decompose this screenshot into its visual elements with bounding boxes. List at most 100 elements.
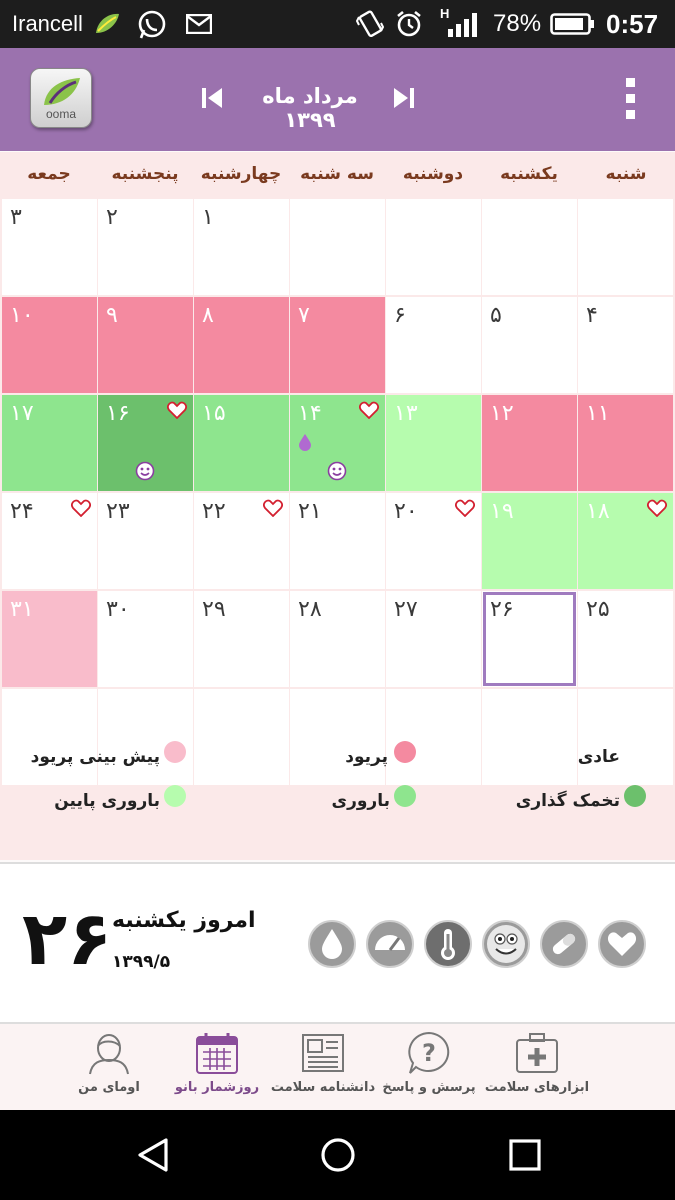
today-date: ۱۳۹۹/۵ (112, 952, 171, 972)
calendar-day-period[interactable]: ۱۱ (578, 395, 673, 491)
today-label: امروز یکشنبه (112, 908, 256, 933)
calendar-day[interactable]: ۲۲ (194, 493, 289, 589)
calendar-empty-cell (386, 199, 481, 295)
calendar-day-fertility[interactable]: ۱۴ (290, 395, 385, 491)
calendar-day[interactable]: ۲ (98, 199, 193, 295)
day-number: ۱۹ (490, 499, 514, 524)
day-number: ۲۸ (298, 597, 322, 622)
weight-tool-button[interactable] (366, 920, 414, 968)
calendar-day[interactable]: ۲۸ (290, 591, 385, 687)
legend-period-dot (394, 741, 416, 763)
day-number: ۲۳ (106, 499, 130, 524)
calendar-day-low-fertility[interactable]: ۱۹ (482, 493, 577, 589)
calendar-day[interactable]: ۱ (194, 199, 289, 295)
calendar-icon (196, 1033, 238, 1074)
nav-label: پرسش و پاسخ (382, 1080, 476, 1095)
legend-predicted-period-dot (164, 741, 186, 763)
calendar-empty-cell (194, 689, 289, 785)
calendar-day[interactable]: ۶ (386, 297, 481, 393)
calendar-empty-cell (482, 199, 577, 295)
nav-health-tools[interactable]: ابزارهای سلامت (482, 1028, 592, 1108)
calendar-day[interactable]: ۲۳ (98, 493, 193, 589)
next-month-button[interactable] (392, 86, 416, 110)
calendar-day[interactable]: ۲۹ (194, 591, 289, 687)
calendar-day-low-fertility[interactable]: ۱۸ (578, 493, 673, 589)
calendar-day[interactable]: ۵ (482, 297, 577, 393)
calendar-day-predicted-period[interactable]: ۳۱ (2, 591, 97, 687)
legend-fertility-label: باروری (331, 791, 391, 811)
calendar-day[interactable]: ۲۰ (386, 493, 481, 589)
temperature-tool-button[interactable] (424, 920, 472, 968)
calendar-empty-cell (386, 689, 481, 785)
heart-icon (167, 401, 187, 419)
leaf-app-icon (96, 13, 119, 33)
today-day-number: ۲۶ (22, 896, 113, 982)
calendar-day-ovulation[interactable]: ۱۶ (98, 395, 193, 491)
pill-tool-button[interactable] (540, 920, 588, 968)
heart-icon (359, 401, 379, 419)
calendar-day[interactable]: ۲۱ (290, 493, 385, 589)
battery-percent: 78% (493, 10, 542, 37)
pill-icon (552, 933, 576, 955)
mood-tool-button[interactable] (482, 920, 530, 968)
calendar-day-period[interactable]: ۱۰ (2, 297, 97, 393)
drop-icon (322, 929, 342, 959)
calendar-day-fertility[interactable]: ۱۵ (194, 395, 289, 491)
nav-health-encyclopedia[interactable]: دانشنامه سلامت (268, 1028, 378, 1108)
nav-label: ابزارهای سلامت (484, 1080, 590, 1095)
previous-month-button[interactable] (200, 86, 224, 110)
app-logo[interactable]: ooma (30, 68, 92, 128)
day-number: ۵ (490, 303, 502, 328)
day-number: ۱۷ (10, 401, 34, 426)
weekday-label: جمعه (27, 164, 71, 184)
weekday-label: چهارشنبه (200, 164, 282, 184)
legend-normal-label: عادی (577, 747, 620, 767)
legend-fertility-dot (394, 785, 416, 807)
whatsapp-icon (138, 10, 166, 39)
calendar-day-today[interactable]: ۲۶ (482, 591, 577, 687)
mail-icon (186, 14, 212, 34)
calendar-day-fertility[interactable]: ۱۷ (2, 395, 97, 491)
heart-icon (607, 932, 637, 956)
calendar-day-period[interactable]: ۹ (98, 297, 193, 393)
legend-ovulation-dot (624, 785, 646, 807)
back-button[interactable] (132, 1134, 174, 1176)
weekday-label: پنجشنبه (111, 164, 179, 184)
calendar-day[interactable]: ۳ (2, 199, 97, 295)
overflow-menu-button[interactable] (620, 78, 640, 122)
profile-icon (89, 1034, 129, 1075)
system-navigation-bar (0, 1110, 675, 1200)
weekday-label: یکشنبه (500, 164, 558, 184)
nav-my-ooma[interactable]: اومای من (54, 1028, 164, 1108)
battery-icon (550, 13, 594, 35)
day-number: ۸ (202, 303, 214, 328)
calendar-day[interactable]: ۲۴ (2, 493, 97, 589)
nav-questions[interactable]: ? پرسش و پاسخ (374, 1028, 484, 1108)
status-bar: Irancell H 78% 0:57 (0, 0, 675, 48)
day-number: ۲۲ (202, 499, 226, 524)
home-button[interactable] (317, 1134, 359, 1176)
calendar-day-period[interactable]: ۱۲ (482, 395, 577, 491)
calendar-day[interactable]: ۴ (578, 297, 673, 393)
calendar-day[interactable]: ۳۰ (98, 591, 193, 687)
smiley-icon (135, 461, 155, 481)
calendar-day[interactable]: ۲۷ (386, 591, 481, 687)
calendar-empty-cell (98, 689, 193, 785)
calendar-empty-cell (578, 199, 673, 295)
calendar-day-low-fertility[interactable]: ۱۳ (386, 395, 481, 491)
day-number: ۲۰ (394, 499, 418, 524)
drop-tool-button[interactable] (308, 920, 356, 968)
calendar-day-period[interactable]: ۷ (290, 297, 385, 393)
carrier-label: Irancell (12, 11, 83, 36)
calendar-empty-cell (290, 689, 385, 785)
calendar-day-period[interactable]: ۸ (194, 297, 289, 393)
logo-text: ooma (45, 107, 77, 121)
recents-button[interactable] (504, 1134, 546, 1176)
weekday-label: شنبه (605, 164, 647, 184)
day-number: ۲۴ (10, 499, 34, 524)
day-number: ۲ (106, 205, 118, 230)
nav-women-calendar[interactable]: روزشمار بانو (162, 1028, 272, 1108)
calendar-day[interactable]: ۲۵ (578, 591, 673, 687)
drop-icon (299, 434, 311, 451)
heart-tool-button[interactable] (598, 920, 646, 968)
